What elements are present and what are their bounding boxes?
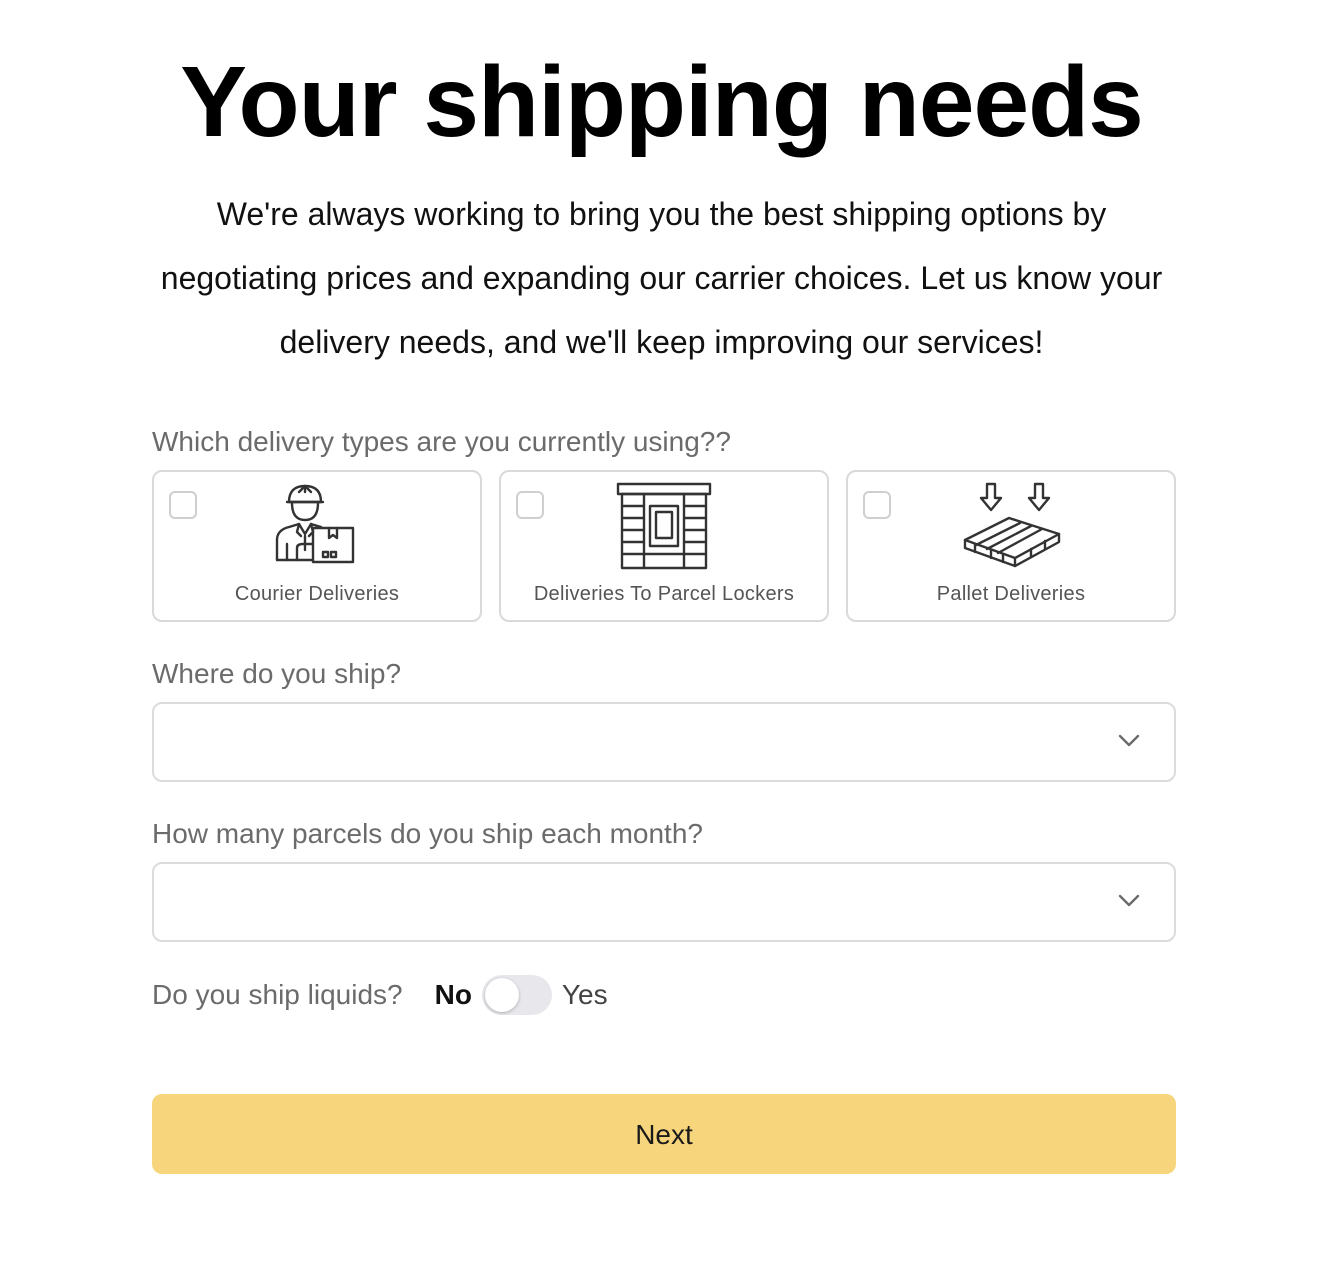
liquids-label: Do you ship liquids? xyxy=(152,979,403,1010)
shipping-needs-page: Your shipping needs We're always working… xyxy=(0,0,1323,1270)
courier-icon xyxy=(275,484,355,564)
page-title: Your shipping needs xyxy=(180,46,1144,158)
delivery-option-parcel-lockers[interactable]: Deliveries To Parcel Lockers xyxy=(499,470,829,622)
toggle-knob xyxy=(484,978,519,1012)
courier-checkbox[interactable] xyxy=(169,491,197,519)
delivery-type-options: Courier Deliveries Deliveries To Parcel … xyxy=(152,470,1176,622)
chevron-down-icon xyxy=(1118,894,1140,907)
parcels-per-month-label: How many parcels do you ship each month? xyxy=(152,818,703,849)
ship-where-label: Where do you ship? xyxy=(152,658,402,689)
ship-where-select[interactable] xyxy=(152,702,1176,782)
delivery-option-pallet[interactable]: Pallet Deliveries xyxy=(846,470,1176,622)
liquids-toggle-row: Do you ship liquids? No Yes xyxy=(152,974,608,1016)
liquids-yes-label: Yes xyxy=(561,979,608,1010)
parcel-lockers-checkbox[interactable] xyxy=(516,491,544,519)
parcels-per-month-select[interactable] xyxy=(152,862,1176,942)
delivery-option-courier[interactable]: Courier Deliveries xyxy=(152,470,482,622)
chevron-down-icon xyxy=(1118,734,1140,747)
courier-label: Courier Deliveries xyxy=(234,583,400,605)
pallet-checkbox[interactable] xyxy=(863,491,891,519)
pallet-label: Pallet Deliveries xyxy=(936,583,1086,605)
liquids-toggle[interactable] xyxy=(481,975,552,1015)
delivery-types-label: Which delivery types are you currently u… xyxy=(152,426,731,457)
intro-text: We're always working to bring you the be… xyxy=(160,196,1163,360)
parcel-lockers-label: Deliveries To Parcel Lockers xyxy=(533,583,795,605)
liquids-no-label: No xyxy=(434,979,472,1010)
pallet-icon xyxy=(963,482,1061,568)
parcel-locker-icon xyxy=(616,482,712,570)
next-button[interactable]: Next xyxy=(152,1094,1176,1174)
